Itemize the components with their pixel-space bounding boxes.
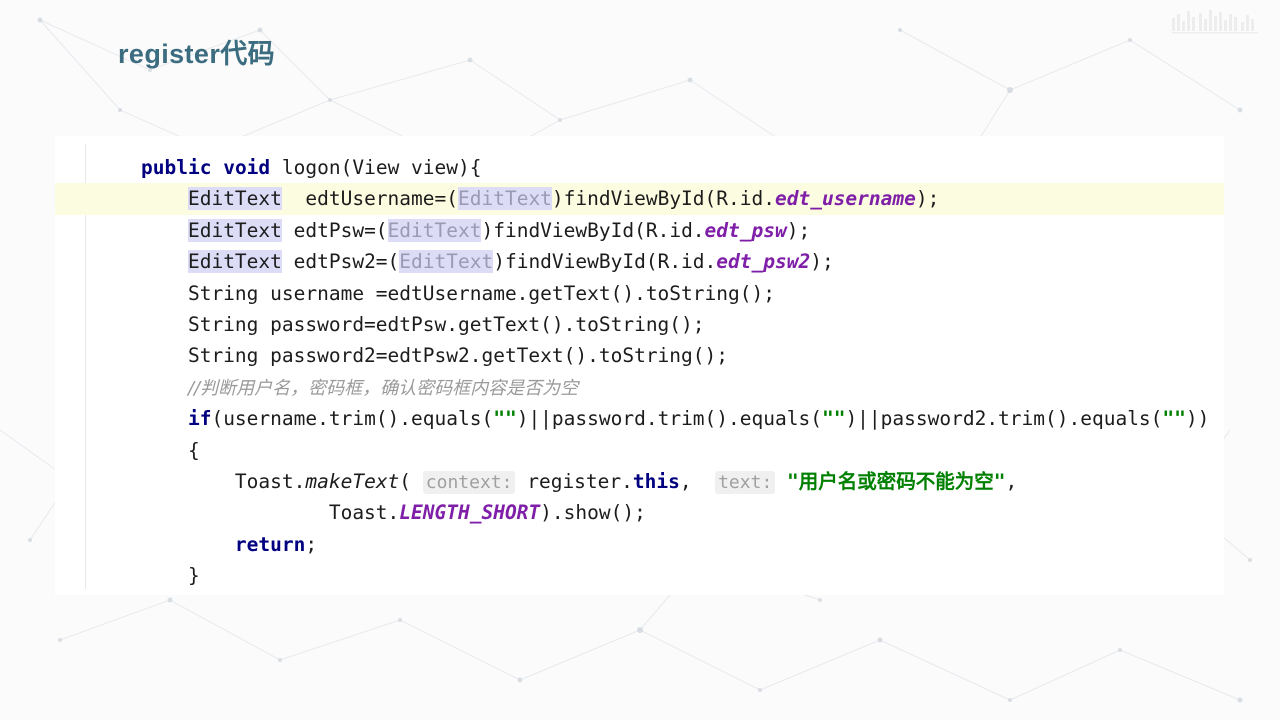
code-line[interactable]: { <box>55 435 1224 466</box>
code-line[interactable]: EditText edtPsw2=(EditText)findViewById(… <box>55 246 1224 277</box>
watermark-logo <box>1172 10 1258 34</box>
code-line[interactable]: if(username.trim().equals("")||password.… <box>55 403 1224 434</box>
code-editor-panel: public void logon(View view){ EditText e… <box>55 136 1224 595</box>
code-line[interactable]: EditText edtPsw=(EditText)findViewById(R… <box>55 215 1224 246</box>
code-line[interactable]: String password2=edtPsw2.getText().toStr… <box>55 340 1224 371</box>
code-line[interactable]: } <box>55 560 1224 591</box>
code-line[interactable]: return; <box>55 529 1224 560</box>
code-content[interactable]: public void logon(View view){ EditText e… <box>55 152 1224 591</box>
code-line[interactable]: EditText edtUsername=(EditText)findViewB… <box>55 183 1224 215</box>
code-line[interactable]: String username =edtUsername.getText().t… <box>55 278 1224 309</box>
code-line[interactable]: //判断用户名，密码框，确认密码框内容是否为空 <box>55 372 1224 403</box>
page-title: register代码 <box>118 39 276 69</box>
code-line[interactable]: Toast.LENGTH_SHORT).show(); <box>55 497 1224 528</box>
code-line[interactable]: String password=edtPsw.getText().toStrin… <box>55 309 1224 340</box>
code-line[interactable]: Toast.makeText( context: register.this, … <box>55 466 1224 497</box>
code-line[interactable]: public void logon(View view){ <box>55 152 1224 183</box>
